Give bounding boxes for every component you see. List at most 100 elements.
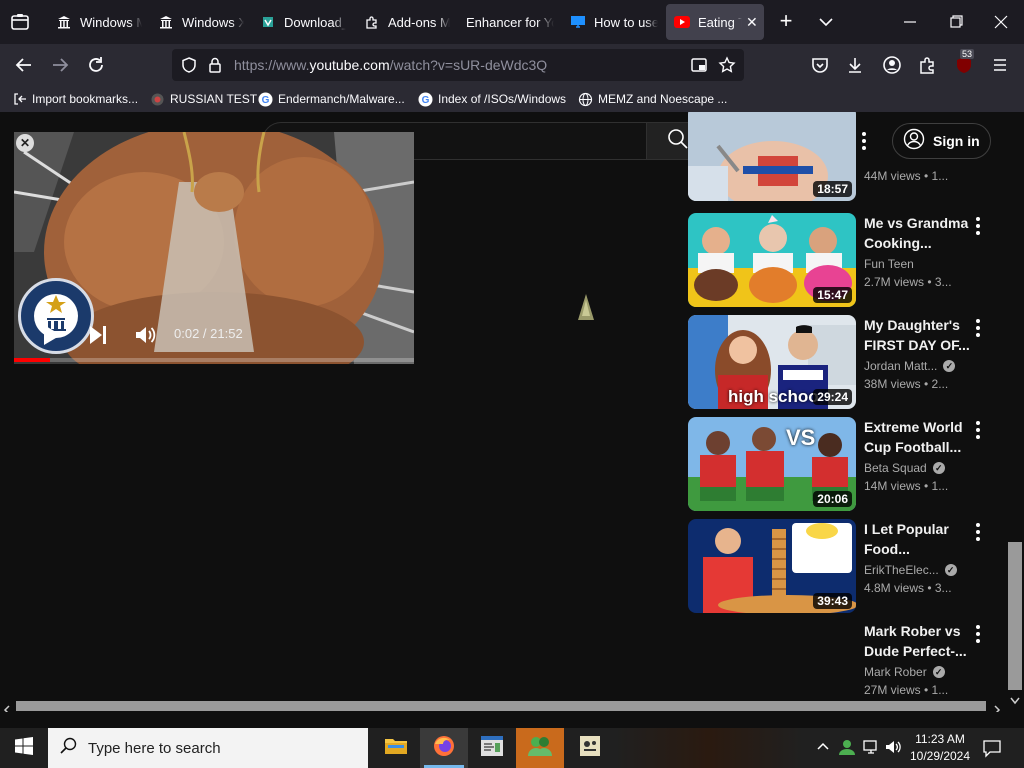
volume-tray-icon[interactable] — [884, 738, 902, 756]
video-channel[interactable]: ErikTheElec... ✓ — [864, 563, 957, 577]
video-thumbnail[interactable]: 39:43 — [688, 519, 856, 613]
bookmark-memz[interactable]: MEMZ and Noescape ... — [578, 90, 727, 108]
list-item[interactable]: Mark Rober vs Dude Perfect-... Mark Rober… — [688, 621, 1018, 712]
video-duration: 15:47 — [813, 287, 852, 303]
video-title[interactable]: Mark Rober vs Dude Perfect-... — [864, 621, 974, 661]
forward-arrow-icon[interactable] — [50, 55, 70, 75]
close-mini-player-icon[interactable]: ✕ — [16, 134, 34, 152]
video-thumbnail[interactable]: 15:47 — [688, 213, 856, 307]
video-menu-kebab-icon[interactable] — [974, 217, 982, 235]
bookmark-russian-test[interactable]: RUSSIAN TEST — [150, 90, 257, 108]
lock-icon[interactable] — [206, 56, 224, 74]
close-window-icon[interactable] — [991, 12, 1011, 32]
scroll-right-arrow-icon[interactable] — [992, 702, 1002, 712]
list-item[interactable]: 15:47 Me vs Grandma Cooking... Fun Teen 2… — [688, 213, 1018, 307]
tab-how-to-use[interactable]: How to use — [564, 4, 658, 40]
video-thumbnail[interactable]: VS 20:06 — [688, 417, 856, 511]
download-toolbar-icon[interactable] — [845, 55, 865, 75]
taskbar-game-app[interactable] — [566, 728, 614, 768]
bookmark-import[interactable]: Import bookmarks... — [12, 90, 138, 108]
video-channel[interactable]: Jordan Matt... ✓ — [864, 359, 956, 373]
bookmark-endermanch[interactable]: G Endermanch/Malware... — [258, 90, 405, 108]
video-title[interactable]: Me vs Grandma Cooking... — [864, 213, 974, 253]
video-menu-kebab-icon[interactable] — [974, 421, 982, 439]
taskbar-app-window[interactable] — [468, 728, 516, 768]
video-channel[interactable]: Beta Squad ✓ — [864, 461, 945, 475]
tab-eating-active[interactable]: Eating Tl ✕ — [666, 4, 764, 40]
mini-player[interactable]: ✕ 0:02 / 21:52 — [14, 132, 414, 364]
video-menu-kebab-icon[interactable] — [974, 523, 982, 541]
show-hidden-icons-chevron-icon[interactable] — [816, 740, 830, 754]
taskbar-people-app[interactable] — [516, 728, 564, 768]
next-icon[interactable] — [88, 324, 108, 346]
video-duration: 29:24 — [813, 389, 852, 405]
video-channel[interactable]: Mark Rober ✓ — [864, 665, 945, 679]
video-menu-kebab-icon[interactable] — [974, 319, 982, 337]
video-channel[interactable]: Fun Teen — [864, 257, 914, 271]
tab-overview-icon[interactable] — [10, 12, 30, 32]
vertical-scroll-thumb[interactable] — [1008, 542, 1022, 690]
monitor-icon — [570, 14, 586, 30]
list-tabs-chevron-icon[interactable] — [816, 12, 836, 32]
back-arrow-icon[interactable] — [14, 55, 34, 75]
scroll-down-arrow-icon[interactable] — [1010, 692, 1020, 705]
ublock-icon[interactable]: 53 — [954, 49, 975, 75]
taskbar-search-box[interactable]: Type here to search — [48, 728, 368, 768]
url-bar[interactable]: https://www.youtube.com/watch?v=sUR-deWd… — [172, 49, 744, 81]
picture-in-picture-icon[interactable] — [690, 56, 708, 74]
clock[interactable]: 11:23 AM 10/29/2024 — [906, 731, 974, 765]
tab-download[interactable]: Download_ — [254, 4, 346, 40]
list-item[interactable]: high schoo 29:24 My Daughter's FIRST DAY … — [688, 315, 1018, 409]
firefox-icon — [432, 734, 456, 763]
url-text[interactable]: https://www.youtube.com/watch?v=sUR-deWd… — [234, 57, 547, 73]
tab-windows-x[interactable]: Windows X — [152, 4, 244, 40]
volume-icon[interactable] — [134, 324, 156, 346]
people-tray-icon[interactable] — [838, 738, 856, 756]
mini-player-progress-track[interactable] — [14, 358, 414, 362]
extensions-icon[interactable] — [918, 55, 938, 75]
youtube-page: Sign in ✕ 0:02 / 21:52 18:57 44M views •… — [0, 112, 1024, 712]
list-item[interactable]: 39:43 I Let Popular Food... ErikTheElec..… — [688, 519, 1018, 613]
new-tab-icon[interactable]: + — [776, 10, 796, 34]
url-prefix: https://www. — [234, 57, 310, 73]
tab-addons[interactable]: Add-ons M — [358, 4, 450, 40]
reload-icon[interactable] — [86, 55, 106, 75]
verified-check-icon: ✓ — [932, 666, 945, 678]
tab-enhancer[interactable]: Enhancer for Yo — [466, 4, 554, 40]
video-thumbnail[interactable]: 18:57 — [688, 112, 856, 201]
notifications-icon[interactable] — [982, 738, 1002, 758]
list-item[interactable]: VS 20:06 Extreme World Cup Football... Be… — [688, 417, 1018, 511]
video-thumbnail[interactable]: high schoo 29:24 — [688, 315, 856, 409]
scroll-up-arrow-icon[interactable] — [1011, 112, 1019, 120]
youtube-icon — [674, 14, 690, 30]
close-tab-icon[interactable]: ✕ — [746, 14, 758, 31]
import-icon — [12, 92, 27, 107]
horizontal-scrollbar[interactable] — [0, 700, 1006, 712]
pocket-icon[interactable] — [810, 55, 830, 75]
list-item[interactable]: 18:57 44M views • 1... — [688, 112, 1018, 203]
horizontal-scroll-thumb[interactable] — [16, 701, 986, 711]
video-title[interactable]: Extreme World Cup Football... — [864, 417, 974, 457]
taskbar-background-art — [614, 728, 804, 768]
start-button[interactable] — [0, 728, 48, 768]
network-icon[interactable] — [862, 738, 880, 756]
tab-label: Windows M — [80, 14, 142, 30]
video-title[interactable]: I Let Popular Food... — [864, 519, 974, 559]
video-menu-kebab-icon[interactable] — [974, 625, 982, 643]
video-title[interactable]: My Daughter's FIRST DAY OF... — [864, 315, 974, 355]
vertical-scrollbar[interactable] — [1006, 112, 1024, 705]
bookmark-index-isos[interactable]: G Index of /ISOs/Windows — [418, 90, 566, 108]
account-icon[interactable] — [882, 55, 902, 75]
taskbar-firefox[interactable] — [420, 728, 468, 768]
bookmark-star-icon[interactable] — [718, 56, 736, 74]
app-window-icon — [480, 735, 504, 762]
minimize-icon[interactable] — [900, 12, 920, 32]
restore-icon[interactable] — [946, 12, 966, 32]
tracking-protection-shield-icon[interactable] — [180, 56, 198, 74]
taskbar-file-explorer[interactable] — [372, 728, 420, 768]
search-icon — [667, 128, 689, 155]
play-icon[interactable] — [42, 324, 62, 346]
scroll-left-arrow-icon[interactable] — [2, 702, 12, 712]
tab-windows-m[interactable]: Windows M — [50, 4, 142, 40]
hamburger-menu-icon[interactable] — [990, 55, 1010, 75]
